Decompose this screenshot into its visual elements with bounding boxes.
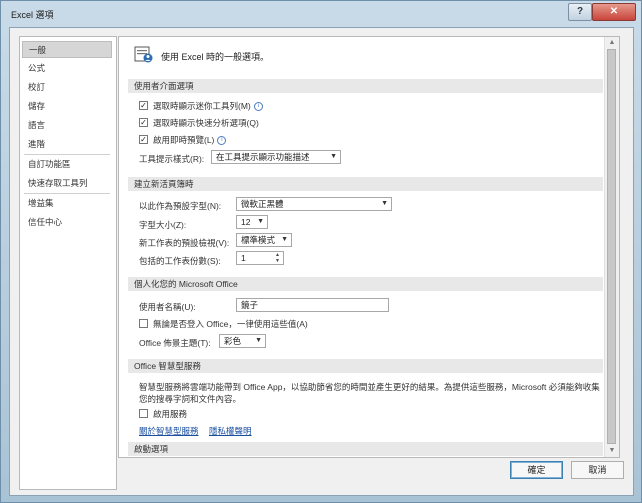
nav-item-proofing[interactable]: 校訂 xyxy=(22,79,112,96)
scroll-up-icon[interactable]: ▲ xyxy=(607,38,617,48)
window-title: Excel 選項 xyxy=(11,10,54,20)
office-theme-value: 彩色 xyxy=(224,336,242,346)
scroll-down-icon[interactable]: ▼ xyxy=(607,446,617,456)
general-options-icon xyxy=(134,46,153,63)
vertical-scrollbar[interactable]: ▲ ▼ xyxy=(604,37,619,457)
mini-toolbar-checkbox[interactable]: ✓ xyxy=(139,101,148,110)
section-header-intelligent-services: Office 智慧型服務 xyxy=(128,359,603,373)
username-input[interactable]: 鏡子 xyxy=(236,298,389,312)
quick-analysis-checkbox[interactable]: ✓ xyxy=(139,118,148,127)
section-header-new-workbook: 建立新活頁簿時 xyxy=(128,177,603,191)
default-view-value: 標準模式 xyxy=(241,235,276,245)
chevron-down-icon: ▼ xyxy=(381,200,388,207)
dialog-body: 一般 公式 校訂 儲存 語言 進階 自訂功能區 快速存取工具列 增益集 信任中心 xyxy=(9,27,634,496)
intelligent-services-description-cont: 您的搜尋字詞和文件內容。 xyxy=(139,394,242,404)
chevron-down-icon: ▼ xyxy=(281,236,288,243)
nav-item-add-ins[interactable]: 增益集 xyxy=(22,195,112,212)
privacy-statement-link[interactable]: 隱私權聲明 xyxy=(209,425,252,437)
live-preview-label: 啟用即時預覽(L) xyxy=(153,135,215,145)
quick-analysis-label: 選取時顯示快速分析選項(Q) xyxy=(153,118,259,128)
nav-item-language[interactable]: 語言 xyxy=(22,117,112,134)
live-preview-option: 啟用即時預覽(L) i xyxy=(153,134,227,146)
sheet-count-stepper[interactable]: 1 ▲ ▼ xyxy=(236,251,284,265)
options-content: 使用 Excel 時的一般選項。 使用者介面選項 ✓ 選取時顯示迷你工具列(M)… xyxy=(118,36,620,458)
page-heading: 使用 Excel 時的一般選項。 xyxy=(161,52,270,62)
live-preview-checkbox[interactable]: ✓ xyxy=(139,135,148,144)
sheet-count-label: 包括的工作表份數(S): xyxy=(139,256,221,266)
nav-divider xyxy=(24,154,110,155)
mini-toolbar-option: 選取時顯示迷你工具列(M) i xyxy=(153,100,263,112)
nav-item-general[interactable]: 一般 xyxy=(22,41,112,58)
spinner-arrows-icon[interactable]: ▲ ▼ xyxy=(273,252,282,264)
section-header-startup: 啟動選項 xyxy=(128,442,603,456)
font-size-select[interactable]: 12 ▼ xyxy=(236,215,268,229)
nav-item-formulas[interactable]: 公式 xyxy=(22,60,112,77)
tooltip-style-select[interactable]: 在工具提示顯示功能描述 ▼ xyxy=(211,150,341,164)
info-icon[interactable]: i xyxy=(217,136,227,146)
mini-toolbar-label: 選取時顯示迷你工具列(M) xyxy=(153,101,251,111)
default-view-select[interactable]: 標準模式 ▼ xyxy=(236,233,292,247)
default-view-label: 新工作表的預設檢視(V): xyxy=(139,238,230,248)
excel-options-window: Excel 選項 ? ✕ 一般 公式 校訂 儲存 語言 進階 自訂功能區 快速存… xyxy=(0,0,642,503)
close-button[interactable]: ✕ xyxy=(592,3,636,21)
help-button[interactable]: ? xyxy=(568,3,592,21)
tooltip-style-label: 工具提示樣式(R): xyxy=(139,154,205,164)
chevron-down-icon: ▼ xyxy=(257,218,264,225)
section-header-personalize: 個人化您的 Microsoft Office xyxy=(128,277,603,291)
nav-item-quick-access-toolbar[interactable]: 快速存取工具列 xyxy=(22,175,112,192)
sheet-count-value: 1 xyxy=(241,253,246,263)
scrollbar-thumb[interactable] xyxy=(607,49,616,444)
ok-button[interactable]: 確定 xyxy=(510,461,563,479)
section-header-ui-options: 使用者介面選項 xyxy=(128,79,603,93)
info-icon[interactable]: i xyxy=(253,102,263,112)
default-font-value: 微軟正黑體 xyxy=(241,199,284,209)
title-bar: Excel 選項 ? ✕ xyxy=(1,1,641,27)
office-theme-label: Office 佈景主題(T): xyxy=(139,338,211,348)
font-size-value: 12 xyxy=(241,217,251,227)
nav-item-customize-ribbon[interactable]: 自訂功能區 xyxy=(22,156,112,173)
nav-item-advanced[interactable]: 進階 xyxy=(22,136,112,153)
office-theme-select[interactable]: 彩色 ▼ xyxy=(219,334,266,348)
chevron-down-icon: ▼ xyxy=(255,337,262,344)
username-label: 使用者名稱(U): xyxy=(139,302,196,312)
category-nav: 一般 公式 校訂 儲存 語言 進階 自訂功能區 快速存取工具列 增益集 信任中心 xyxy=(19,36,117,490)
default-font-select[interactable]: 微軟正黑體 ▼ xyxy=(236,197,392,211)
nav-divider xyxy=(24,193,110,194)
tooltip-style-value: 在工具提示顯示功能描述 xyxy=(216,152,310,162)
enable-services-checkbox[interactable] xyxy=(139,409,148,418)
always-use-values-label: 無論是否登入 Office，一律使用這些值(A) xyxy=(153,319,308,329)
default-font-label: 以此作為預設字型(N): xyxy=(139,201,222,211)
cancel-button[interactable]: 取消 xyxy=(571,461,624,479)
enable-services-label: 啟用服務 xyxy=(153,409,188,419)
about-intelligent-services-link[interactable]: 關於智慧型服務 xyxy=(139,425,199,437)
intelligent-services-description: 智慧型服務將雲端功能帶到 Office App，以協助節省您的時間並產生更好的結… xyxy=(139,382,600,392)
always-use-values-checkbox[interactable] xyxy=(139,319,148,328)
font-size-label: 字型大小(Z): xyxy=(139,220,187,230)
chevron-down-icon: ▼ xyxy=(330,153,337,160)
nav-item-save[interactable]: 儲存 xyxy=(22,98,112,115)
nav-item-trust-center[interactable]: 信任中心 xyxy=(22,214,112,231)
